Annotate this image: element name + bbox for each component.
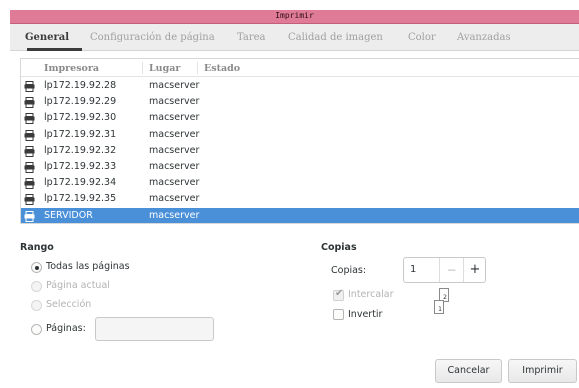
collate-label: Intercalar: [348, 289, 394, 300]
printer-name: lp172.19.92.31: [44, 128, 117, 140]
printer-row[interactable]: lp172.19.92.32 macserver: [21, 143, 579, 159]
printer-location: macserver: [149, 160, 200, 172]
tab-general[interactable]: General: [25, 32, 69, 43]
reverse-checkbox[interactable]: [333, 309, 344, 320]
printer-icon: [24, 145, 35, 157]
tab-bar: General Configuración de página Tarea Ca…: [10, 24, 579, 51]
tab-image-quality[interactable]: Calidad de imagen: [288, 32, 383, 43]
printer-name: lp172.19.92.34: [44, 177, 117, 189]
printer-row[interactable]: lp172.19.92.30 macserver: [21, 110, 579, 126]
printer-location: macserver: [149, 112, 200, 124]
printer-name: lp172.19.92.33: [44, 160, 117, 172]
column-separator: [197, 62, 198, 74]
printer-location: macserver: [149, 209, 200, 221]
printer-row[interactable]: lp172.19.92.35 macserver: [21, 191, 579, 207]
printer-name: lp172.19.92.29: [44, 96, 117, 108]
increment-button[interactable]: +: [463, 258, 486, 282]
printer-icon: [24, 81, 35, 92]
printer-location: macserver: [149, 144, 200, 156]
printer-icon: [24, 194, 35, 206]
printer-rows: lp172.19.92.28 macserver lp172.19.92.29 mac…: [21, 78, 579, 223]
tab-page-setup[interactable]: Configuración de página: [90, 32, 215, 43]
window-title: Imprimir: [275, 11, 314, 20]
radio-label: Todas las páginas: [46, 261, 130, 272]
printer-icon: [24, 210, 35, 222]
page-preview-front: 1: [434, 300, 444, 314]
cancel-button[interactable]: Cancelar: [435, 359, 502, 383]
printer-row[interactable]: lp172.19.92.34 macserver: [21, 175, 579, 191]
printer-row[interactable]: lp172.19.92.29 macserver: [21, 94, 579, 110]
decrement-button[interactable]: −: [439, 258, 463, 282]
printer-row[interactable]: lp172.19.92.33 macserver: [21, 159, 579, 175]
active-tab-indicator: [27, 48, 82, 51]
print-button[interactable]: Imprimir: [508, 359, 577, 383]
pages-input[interactable]: [95, 317, 214, 341]
radio-button[interactable]: [31, 300, 42, 311]
radio-label: Página actual: [46, 280, 110, 291]
printer-list[interactable]: Impresora Lugar Estado lp172.19.92.28 mac…: [20, 58, 579, 224]
reverse-label: Invertir: [348, 309, 383, 320]
printer-icon: [24, 97, 35, 109]
copies-value[interactable]: 1: [410, 264, 416, 275]
printer-location: macserver: [149, 80, 200, 91]
checkmark-icon: ✔: [335, 288, 344, 299]
printer-row[interactable]: lp172.19.92.31 macserver: [21, 127, 579, 143]
copies-title: Copias: [321, 242, 357, 253]
printer-name: lp172.19.92.35: [44, 193, 117, 205]
printer-name: SERVIDOR: [44, 209, 93, 221]
copies-label: Copias:: [331, 265, 367, 276]
printer-icon: [24, 113, 35, 125]
printer-location: macserver: [149, 193, 200, 205]
radio-label: Páginas:: [46, 323, 86, 334]
printer-name: lp172.19.92.28: [44, 80, 117, 91]
printer-location: macserver: [149, 96, 200, 108]
range-title: Rango: [20, 242, 54, 253]
column-location[interactable]: Lugar: [149, 63, 180, 74]
printer-name: lp172.19.92.32: [44, 144, 117, 156]
collate-checkbox[interactable]: ✔: [333, 288, 344, 301]
printer-location: macserver: [149, 177, 200, 189]
tab-advanced[interactable]: Avanzadas: [457, 32, 511, 43]
tab-color[interactable]: Color: [408, 32, 436, 43]
radio-button[interactable]: [31, 324, 42, 335]
title-bar[interactable]: Imprimir: [10, 10, 579, 24]
printer-name: lp172.19.92.30: [44, 112, 117, 124]
radio-label: Selección: [46, 299, 92, 310]
tab-job[interactable]: Tarea: [237, 32, 266, 43]
window-left-edge: [0, 0, 10, 388]
radio-button[interactable]: [31, 262, 42, 273]
column-status[interactable]: Estado: [204, 63, 240, 74]
column-separator: [142, 62, 143, 74]
printer-icon: [24, 129, 35, 141]
printer-list-header: Impresora Lugar Estado: [21, 59, 579, 77]
printer-row[interactable]: SERVIDOR macserver: [21, 207, 579, 223]
copies-spin-button[interactable]: 1 − +: [403, 257, 486, 283]
printer-icon: [24, 161, 35, 173]
printer-row[interactable]: lp172.19.92.28 macserver: [21, 78, 579, 94]
radio-button[interactable]: [31, 281, 42, 292]
column-printer[interactable]: Impresora: [44, 63, 99, 74]
printer-location: macserver: [149, 128, 200, 140]
printer-icon: [24, 178, 35, 190]
collate-preview: 2 1: [432, 288, 458, 322]
